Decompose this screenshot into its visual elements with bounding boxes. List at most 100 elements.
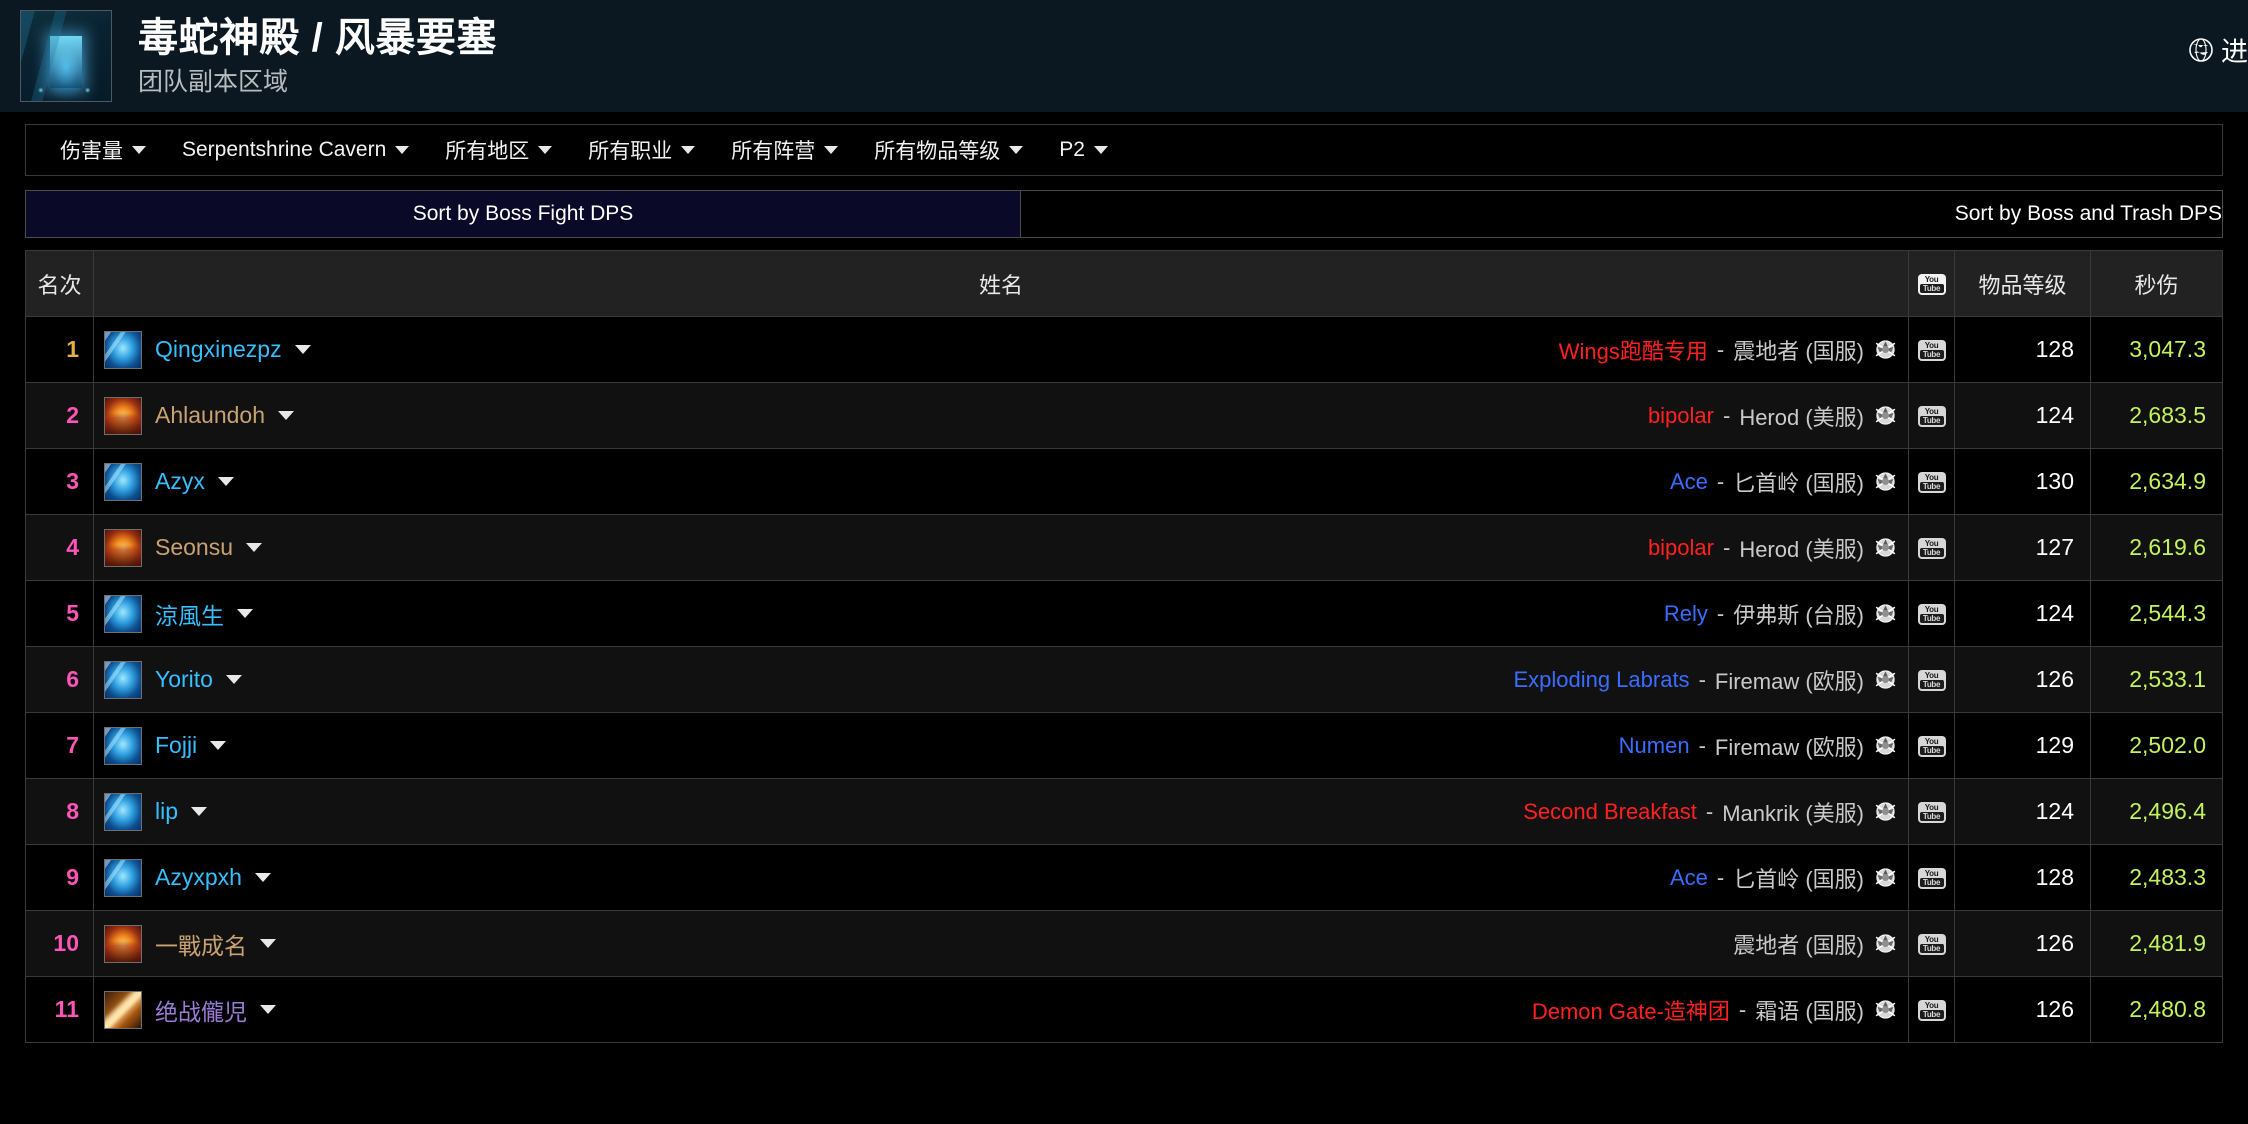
- guild-name[interactable]: Demon Gate-造神团: [1532, 994, 1730, 1026]
- filter-phase[interactable]: P2: [1041, 138, 1126, 162]
- chevron-down-icon[interactable]: [260, 939, 276, 948]
- dps-value: 2,481.9: [2090, 910, 2223, 977]
- column-header-item-level[interactable]: 物品等级: [1954, 250, 2091, 317]
- column-header-video[interactable]: You Tube: [1908, 250, 1955, 317]
- video-link-cell[interactable]: You Tube: [1908, 844, 1955, 911]
- guild-realm-group: Demon Gate-造神团 - 霜语 (国服): [1532, 994, 1898, 1026]
- filter-raid[interactable]: Serpentshrine Cavern: [164, 138, 427, 162]
- video-link-cell[interactable]: You Tube: [1908, 712, 1955, 779]
- filter-faction[interactable]: 所有阵营: [713, 135, 856, 165]
- guild-name[interactable]: Wings跑酷专用: [1559, 334, 1708, 366]
- chevron-down-icon[interactable]: [278, 411, 294, 420]
- page-header: 毒蛇神殿 / 风暴要塞 团队副本区域 进: [0, 0, 2248, 112]
- guild-name[interactable]: bipolar: [1648, 403, 1714, 429]
- player-name[interactable]: 一戰成名: [155, 927, 247, 961]
- item-level-value: 129: [1954, 712, 2091, 779]
- youtube-icon[interactable]: You Tube: [1917, 603, 1946, 625]
- video-link-cell[interactable]: You Tube: [1908, 382, 1955, 449]
- realm-name: Herod (美服): [1739, 536, 1864, 562]
- raid-zone-icon: [20, 10, 112, 102]
- table-row[interactable]: 9 Azyxpxh Ace - 匕首岭 (国服) You Tube 128 2,4…: [25, 844, 2223, 911]
- chevron-down-icon[interactable]: [246, 543, 263, 552]
- filter-metric[interactable]: 伤害量: [42, 135, 164, 165]
- chevron-down-icon[interactable]: [210, 741, 227, 750]
- video-link-cell[interactable]: You Tube: [1908, 976, 1955, 1043]
- player-name[interactable]: Azyxpxh: [155, 864, 242, 891]
- tab-sort-boss-fight-dps[interactable]: Sort by Boss Fight DPS: [26, 191, 1020, 237]
- guild-name[interactable]: Rely: [1664, 601, 1708, 627]
- youtube-icon[interactable]: You Tube: [1917, 537, 1946, 559]
- video-link-cell[interactable]: You Tube: [1908, 778, 1955, 845]
- realm-name: Mankrik (美服): [1722, 800, 1864, 826]
- player-name[interactable]: Qingxinezpz: [155, 336, 282, 363]
- guild-name[interactable]: Numen: [1619, 733, 1690, 759]
- guild-realm-group: Ace - 匕首岭 (国服): [1670, 862, 1898, 894]
- youtube-icon[interactable]: You Tube: [1917, 471, 1946, 493]
- filter-class[interactable]: 所有职业: [570, 135, 713, 165]
- player-name[interactable]: Fojji: [155, 732, 197, 759]
- video-link-cell[interactable]: You Tube: [1908, 316, 1955, 383]
- table-row[interactable]: 1 Qingxinezpz Wings跑酷专用 - 震地者 (国服) You Tu…: [25, 316, 2223, 383]
- page-subtitle: 团队副本区域: [138, 67, 289, 96]
- guild-name[interactable]: bipolar: [1648, 535, 1714, 561]
- filter-faction-label: 所有阵营: [731, 140, 816, 163]
- language-selector[interactable]: 进: [2189, 30, 2248, 69]
- table-row[interactable]: 10 一戰成名 震地者 (国服) You Tube 126 2,481.9: [25, 910, 2223, 977]
- chevron-down-icon[interactable]: [225, 675, 242, 684]
- table-row[interactable]: 4 Seonsu bipolar - Herod (美服) You Tube 12…: [25, 514, 2223, 581]
- youtube-icon[interactable]: You Tube: [1917, 801, 1946, 823]
- youtube-icon[interactable]: You Tube: [1917, 867, 1946, 889]
- chevron-down-icon[interactable]: [217, 477, 234, 486]
- table-row[interactable]: 6 Yorito Exploding Labrats - Firemaw (欧服…: [25, 646, 2223, 713]
- column-header-name[interactable]: 姓名: [93, 250, 1909, 317]
- guild-realm-group: Second Breakfast - Mankrik (美服): [1523, 796, 1898, 828]
- item-level-value: 128: [1954, 316, 2091, 383]
- player-name[interactable]: 涼風生: [155, 597, 224, 631]
- dps-value: 2,483.3: [2090, 844, 2223, 911]
- guild-name[interactable]: Ace: [1670, 469, 1708, 495]
- column-header-rank[interactable]: 名次: [25, 250, 94, 317]
- class-icon: [104, 462, 142, 501]
- video-link-cell[interactable]: You Tube: [1908, 514, 1955, 581]
- video-link-cell[interactable]: You Tube: [1908, 910, 1955, 977]
- chevron-down-icon[interactable]: [237, 609, 253, 618]
- table-row[interactable]: 7 Fojji Numen - Firemaw (欧服) You Tube 129…: [25, 712, 2223, 779]
- guild-name[interactable]: Second Breakfast: [1523, 799, 1697, 825]
- table-row[interactable]: 2 Ahlaundoh bipolar - Herod (美服) You Tube…: [25, 382, 2223, 449]
- guild-name[interactable]: Exploding Labrats: [1513, 667, 1689, 693]
- chevron-down-icon[interactable]: [294, 345, 311, 354]
- youtube-icon[interactable]: You Tube: [1917, 339, 1946, 361]
- youtube-icon[interactable]: You Tube: [1917, 405, 1946, 427]
- youtube-icon[interactable]: You Tube: [1917, 735, 1946, 757]
- player-name[interactable]: Azyx: [155, 468, 205, 495]
- youtube-icon[interactable]: You Tube: [1917, 933, 1946, 955]
- tab-sort-boss-and-trash-dps[interactable]: Sort by Boss and Trash DPS: [1020, 191, 2222, 237]
- player-name[interactable]: 绝战儱児: [155, 993, 247, 1027]
- item-level-value: 126: [1954, 646, 2091, 713]
- table-row[interactable]: 3 Azyx Ace - 匕首岭 (国服) You Tube 130 2,634.…: [25, 448, 2223, 515]
- player-name[interactable]: Ahlaundoh: [155, 402, 265, 429]
- chevron-down-icon[interactable]: [254, 873, 271, 882]
- filter-region[interactable]: 所有地区: [427, 135, 570, 165]
- player-name[interactable]: Seonsu: [155, 534, 233, 561]
- player-cell: 一戰成名 震地者 (国服): [93, 910, 1909, 977]
- dps-value: 2,502.0: [2090, 712, 2223, 779]
- rank-number: 10: [25, 910, 94, 977]
- table-row[interactable]: 8 lip Second Breakfast - Mankrik (美服) Yo…: [25, 778, 2223, 845]
- item-level-value: 128: [1954, 844, 2091, 911]
- youtube-icon[interactable]: You Tube: [1917, 999, 1946, 1021]
- filter-item-level[interactable]: 所有物品等级: [856, 135, 1041, 165]
- table-row[interactable]: 11 绝战儱児 Demon Gate-造神团 - 霜语 (国服) You Tube…: [25, 976, 2223, 1043]
- guild-name[interactable]: Ace: [1670, 865, 1708, 891]
- youtube-icon: You Tube: [1917, 273, 1946, 295]
- player-name[interactable]: lip: [155, 798, 178, 825]
- table-row[interactable]: 5 涼風生 Rely - 伊弗斯 (台服) You Tube 124 2,544.…: [25, 580, 2223, 647]
- youtube-icon[interactable]: You Tube: [1917, 669, 1946, 691]
- chevron-down-icon[interactable]: [260, 1005, 276, 1014]
- video-link-cell[interactable]: You Tube: [1908, 580, 1955, 647]
- video-link-cell[interactable]: You Tube: [1908, 646, 1955, 713]
- chevron-down-icon[interactable]: [191, 807, 208, 816]
- player-name[interactable]: Yorito: [155, 666, 213, 693]
- video-link-cell[interactable]: You Tube: [1908, 448, 1955, 515]
- column-header-dps[interactable]: 秒伤: [2090, 250, 2223, 317]
